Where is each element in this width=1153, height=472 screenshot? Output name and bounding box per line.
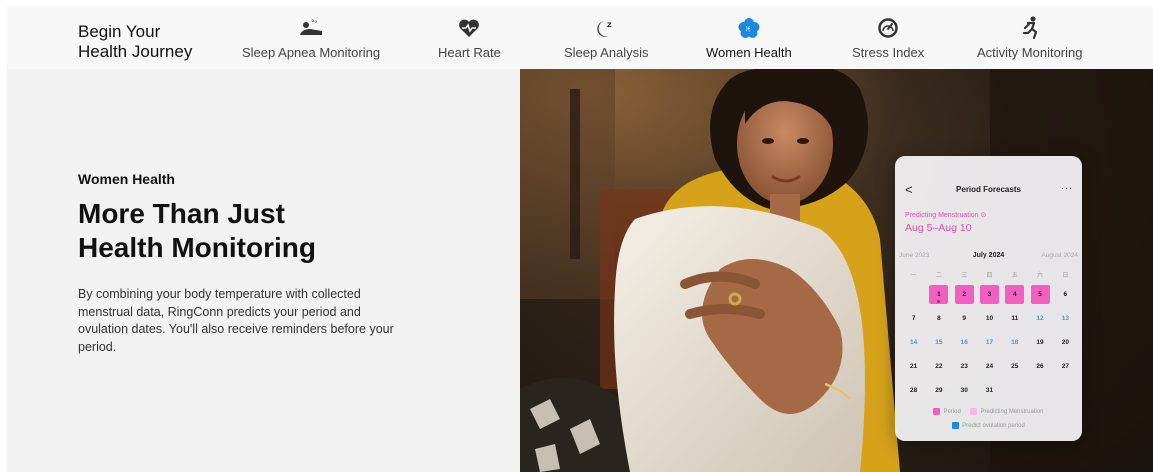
legend-label: Period <box>943 408 961 415</box>
calendar-day[interactable]: 7 <box>901 315 926 322</box>
calendar-week: 28 29 30 31 <box>901 378 1078 402</box>
tab-women-health[interactable]: )( Women Health <box>706 16 792 64</box>
calendar-day-period[interactable]: 3 <box>977 284 1002 304</box>
sleep-apnea-icon: °ᵒ <box>298 16 324 40</box>
calendar-day[interactable]: 30 <box>952 387 977 394</box>
legend-period: Period <box>933 408 961 415</box>
period-forecast-card: < Period Forecasts ... Predicting Menstr… <box>895 156 1082 441</box>
predict-label: Predicting Menstruation ⊙ <box>905 212 987 219</box>
calendar-day[interactable]: 29 <box>926 387 951 394</box>
calendar-week: 21 22 23 24 25 26 27 <box>901 354 1078 378</box>
calendar-grid: 一 二 三 四 五 六 日 1 2 3 4 5 6 7 8 9 10 11 12… <box>901 266 1078 402</box>
weekday-label: 五 <box>1011 272 1018 279</box>
calendar-day[interactable]: 22 <box>926 363 951 370</box>
calendar-day[interactable]: 10 <box>977 315 1002 322</box>
legend-swatch-predict <box>970 408 978 415</box>
calendar-week: 7 8 9 10 11 12 13 <box>901 306 1078 330</box>
calendar-day[interactable]: 27 <box>1053 363 1078 370</box>
calendar-week: 1 2 3 4 5 6 <box>901 282 1078 306</box>
legend-swatch-ovulation <box>952 422 960 429</box>
sleep-analysis-icon: z <box>593 16 619 40</box>
svg-text:z: z <box>607 20 612 29</box>
brand-title: Begin Your Health Journey <box>78 22 192 62</box>
calendar-day[interactable]: 21 <box>901 363 926 370</box>
predict-dates: Aug 5–Aug 10 <box>905 222 972 234</box>
tab-label: Stress Index <box>852 45 925 60</box>
calendar-day[interactable]: 8 <box>926 315 951 322</box>
calendar-day[interactable]: 9 <box>952 315 977 322</box>
next-month-link[interactable]: August 2024 <box>1041 252 1078 259</box>
svg-text:)(: )( <box>745 26 750 33</box>
tab-sleep-analysis[interactable]: z Sleep Analysis <box>564 16 649 64</box>
today-dot <box>937 299 941 303</box>
calendar-day-ovulation[interactable]: 13 <box>1053 315 1078 322</box>
calendar-day[interactable]: 20 <box>1053 339 1078 346</box>
hero-text-panel: Women Health More Than Just Health Monit… <box>7 69 520 472</box>
calendar-day-ovulation[interactable]: 18 <box>1002 339 1027 346</box>
calendar-day[interactable]: 28 <box>901 387 926 394</box>
weekday-label: 四 <box>986 272 993 279</box>
headline-line-2: Health Monitoring <box>78 232 316 263</box>
legend-label: Predict ovulation period <box>962 422 1025 429</box>
brand-line-2: Health Journey <box>78 42 193 61</box>
hero-headline: More Than Just Health Monitoring <box>78 197 458 265</box>
top-nav: Begin Your Health Journey °ᵒ Sleep Apnea… <box>7 6 1153 69</box>
calendar-day[interactable]: 19 <box>1027 339 1052 346</box>
legend-ovulation: Predict ovulation period <box>952 422 1025 429</box>
weekday-label: 日 <box>1062 272 1069 279</box>
heart-rate-icon <box>456 16 482 40</box>
calendar-day-period[interactable]: 2 <box>952 284 977 304</box>
day-number: 1 <box>937 290 941 298</box>
tab-sleep-apnea[interactable]: °ᵒ Sleep Apnea Monitoring <box>242 16 380 64</box>
calendar-day-period[interactable]: 1 <box>926 284 951 304</box>
day-number: 4 <box>1005 284 1025 304</box>
running-person-icon <box>1017 16 1043 40</box>
weekday-label: 六 <box>1037 272 1044 279</box>
tab-label: Sleep Analysis <box>564 45 649 60</box>
day-number: 5 <box>1030 284 1050 304</box>
calendar-day-ovulation[interactable]: 14 <box>901 339 926 346</box>
calendar-legend: Period Predicting Menstruation Predict o… <box>895 408 1082 431</box>
day-number: 3 <box>979 284 999 304</box>
stress-gauge-icon <box>875 16 901 40</box>
tab-stress-index[interactable]: Stress Index <box>852 16 924 64</box>
calendar-day-ovulation[interactable]: 17 <box>977 339 1002 346</box>
svg-text:°ᵒ: °ᵒ <box>311 19 318 27</box>
tab-label: Activity Monitoring <box>977 45 1083 60</box>
tab-label: Heart Rate <box>438 45 501 60</box>
hero-body: By combining your body temperature with … <box>78 287 394 354</box>
calendar-day[interactable]: 11 <box>1002 315 1027 322</box>
calendar-day-ovulation[interactable]: 12 <box>1027 315 1052 322</box>
brand-line-1: Begin Your <box>78 22 161 41</box>
calendar-day[interactable]: 25 <box>1002 363 1027 370</box>
calendar-day-period[interactable]: 5 <box>1027 284 1052 304</box>
calendar-day-period[interactable]: 4 <box>1002 284 1027 304</box>
legend-label: Predicting Menstruation <box>980 408 1044 415</box>
tab-activity-monitoring[interactable]: Activity Monitoring <box>977 16 1082 64</box>
legend-swatch-period <box>933 408 941 415</box>
calendar-day-ovulation[interactable]: 16 <box>952 339 977 346</box>
calendar-week: 14 15 16 17 18 19 20 <box>901 330 1078 354</box>
weekday-label: 三 <box>961 272 968 279</box>
day-number: 2 <box>954 284 974 304</box>
card-title: Period Forecasts <box>956 185 1021 194</box>
tab-label: Sleep Apnea Monitoring <box>242 45 381 60</box>
tab-heart-rate[interactable]: Heart Rate <box>438 16 501 64</box>
calendar-day[interactable]: 31 <box>977 387 1002 394</box>
more-options-icon[interactable]: ... <box>1061 180 1073 192</box>
tab-label: Women Health <box>706 45 792 60</box>
calendar-day-ovulation[interactable]: 15 <box>926 339 951 346</box>
headline-line-1: More Than Just <box>78 198 285 229</box>
calendar-day[interactable]: 24 <box>977 363 1002 370</box>
calendar-day[interactable]: 23 <box>952 363 977 370</box>
calendar-day[interactable]: 6 <box>1053 291 1078 298</box>
section-eyebrow: Women Health <box>78 171 175 187</box>
weekday-label: 二 <box>935 272 942 279</box>
weekday-row: 一 二 三 四 五 六 日 <box>901 266 1078 282</box>
weekday-label: 一 <box>910 272 917 279</box>
legend-predict: Predicting Menstruation <box>970 408 1044 415</box>
women-health-icon: )( <box>736 16 762 40</box>
calendar-day[interactable]: 26 <box>1027 363 1052 370</box>
